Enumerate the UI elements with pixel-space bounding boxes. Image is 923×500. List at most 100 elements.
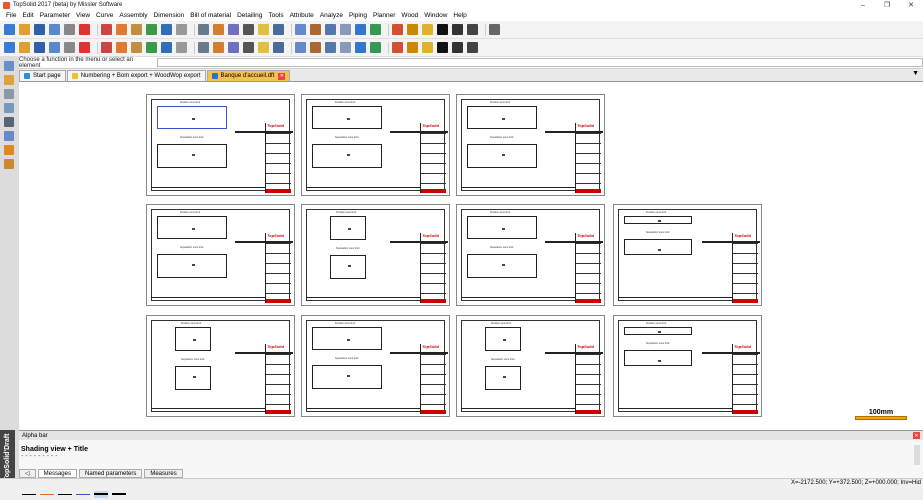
drawing-sheet[interactable]: Fixation sous tiroir Separation sous tiro…	[456, 94, 605, 196]
view-outline[interactable]	[330, 255, 366, 279]
menu-tools[interactable]: Tools	[268, 12, 283, 19]
menu-edit[interactable]: Edit	[22, 12, 33, 19]
view-outline[interactable]	[485, 366, 521, 390]
cut-icon[interactable]	[101, 24, 112, 35]
arc-icon[interactable]	[243, 24, 254, 35]
hatch-icon[interactable]	[489, 24, 500, 35]
tab-numbering[interactable]: Numbering + Bom export + WoodWop export	[66, 70, 206, 81]
document-icon[interactable]	[176, 24, 187, 35]
view2-icon[interactable]	[19, 42, 30, 53]
view-outline[interactable]	[467, 144, 537, 168]
view24-icon[interactable]	[370, 42, 381, 53]
view27-icon[interactable]	[422, 42, 433, 53]
view22-icon[interactable]	[340, 42, 351, 53]
grid-icon[interactable]	[4, 117, 14, 127]
drawing-sheet[interactable]: Fixation sous tiroir Separation sous tiro…	[456, 204, 605, 306]
line-style-thin[interactable]	[22, 491, 36, 498]
layer-icon[interactable]	[4, 145, 14, 155]
menu-piping[interactable]: Piping	[349, 12, 367, 19]
copy-icon[interactable]	[340, 24, 351, 35]
pin-icon[interactable]	[258, 24, 269, 35]
view-outline[interactable]	[312, 365, 382, 389]
tab-start-page[interactable]: Start page	[19, 70, 66, 81]
view23-icon[interactable]	[355, 42, 366, 53]
menu-attribute[interactable]: Attribute	[290, 12, 314, 19]
erase-icon[interactable]	[116, 24, 127, 35]
view15-icon[interactable]	[228, 42, 239, 53]
fit-icon[interactable]	[370, 24, 381, 35]
menu-detailing[interactable]: Detailing	[237, 12, 262, 19]
view10-icon[interactable]	[146, 42, 157, 53]
paint-icon[interactable]	[131, 24, 142, 35]
menu-analyze[interactable]: Analyze	[320, 12, 343, 19]
view5-icon[interactable]	[64, 42, 75, 53]
view-outline[interactable]	[157, 254, 227, 278]
line-style-orange[interactable]	[40, 491, 54, 498]
drawing-sheet[interactable]: Fixation sous tiroir Separation sous tiro…	[613, 204, 762, 306]
pencil-icon[interactable]	[4, 75, 14, 85]
print-icon[interactable]	[64, 24, 75, 35]
move-icon[interactable]	[325, 24, 336, 35]
prompt-input[interactable]	[156, 58, 923, 67]
menu-dimension[interactable]: Dimension	[154, 12, 185, 19]
properties-icon[interactable]	[49, 24, 60, 35]
tab-measures[interactable]: Measures	[144, 469, 183, 478]
import-icon[interactable]	[146, 24, 157, 35]
view20-icon[interactable]	[310, 42, 321, 53]
menu-view[interactable]: View	[76, 12, 90, 19]
open-icon[interactable]	[19, 24, 30, 35]
menu-wood[interactable]: Wood	[401, 12, 418, 19]
tab-dropdown-icon[interactable]: ▼	[912, 70, 919, 77]
frame-icon[interactable]	[4, 131, 14, 141]
select-icon[interactable]	[295, 24, 306, 35]
new-icon[interactable]	[4, 24, 15, 35]
line-style-selected[interactable]	[94, 490, 108, 498]
view28-icon[interactable]	[437, 42, 448, 53]
drawing-sheet[interactable]: Fixation sous tiroir Separation sous tiro…	[613, 315, 762, 417]
drawing-sheet[interactable]: Fixation sous tiroir Separation sous tiro…	[146, 94, 295, 196]
view8-icon[interactable]	[116, 42, 127, 53]
view-outline[interactable]	[157, 144, 227, 168]
view29-icon[interactable]	[452, 42, 463, 53]
palette-icon[interactable]	[407, 24, 418, 35]
view19-icon[interactable]	[295, 42, 306, 53]
menu-parameter[interactable]: Parameter	[40, 12, 70, 19]
save-icon[interactable]	[34, 24, 45, 35]
alpha-nav-left-icon[interactable]: ◁	[19, 469, 36, 478]
export-icon[interactable]	[161, 24, 172, 35]
image-icon[interactable]	[392, 24, 403, 35]
menu-bill-of-material[interactable]: Bill of material	[190, 12, 231, 19]
menu-curve[interactable]: Curve	[96, 12, 113, 19]
view6-icon[interactable]	[79, 42, 90, 53]
minimize-button[interactable]: –	[851, 0, 875, 10]
folder-icon[interactable]	[4, 159, 14, 169]
color-icon[interactable]	[437, 24, 448, 35]
drawing-sheet[interactable]: Fixation sous tiroir Separation sous tiro…	[301, 94, 450, 196]
tool-icon[interactable]	[213, 24, 224, 35]
view1-icon[interactable]	[4, 42, 15, 53]
alpha-scrollbar[interactable]	[914, 445, 920, 465]
menu-window[interactable]: Window	[424, 12, 447, 19]
drawing-canvas[interactable]: 100mm Fixation sous tiroir Separation sou…	[19, 82, 923, 430]
view4-icon[interactable]	[49, 42, 60, 53]
view17-icon[interactable]	[258, 42, 269, 53]
view13-icon[interactable]	[198, 42, 209, 53]
view-outline[interactable]	[467, 254, 537, 278]
tab-banque-accueil[interactable]: Banque d'accueil.dft ✕	[206, 70, 291, 81]
view12-icon[interactable]	[176, 42, 187, 53]
view-outline[interactable]	[624, 350, 692, 366]
view-outline[interactable]	[624, 239, 692, 255]
menu-planner[interactable]: Planner	[373, 12, 395, 19]
zoom-icon[interactable]	[355, 24, 366, 35]
drawing-sheet[interactable]: Fixation sous tiroir Separation sous tiro…	[146, 315, 295, 417]
alpha-close-icon[interactable]: ✕	[913, 432, 920, 439]
view21-icon[interactable]	[325, 42, 336, 53]
view14-icon[interactable]	[213, 42, 224, 53]
close-button[interactable]: ✕	[899, 0, 923, 10]
maximize-button[interactable]: ❐	[875, 0, 899, 10]
dot-icon[interactable]	[452, 24, 463, 35]
delete-icon[interactable]	[79, 24, 90, 35]
view18-icon[interactable]	[273, 42, 284, 53]
menu-help[interactable]: Help	[453, 12, 466, 19]
view7-icon[interactable]	[101, 42, 112, 53]
